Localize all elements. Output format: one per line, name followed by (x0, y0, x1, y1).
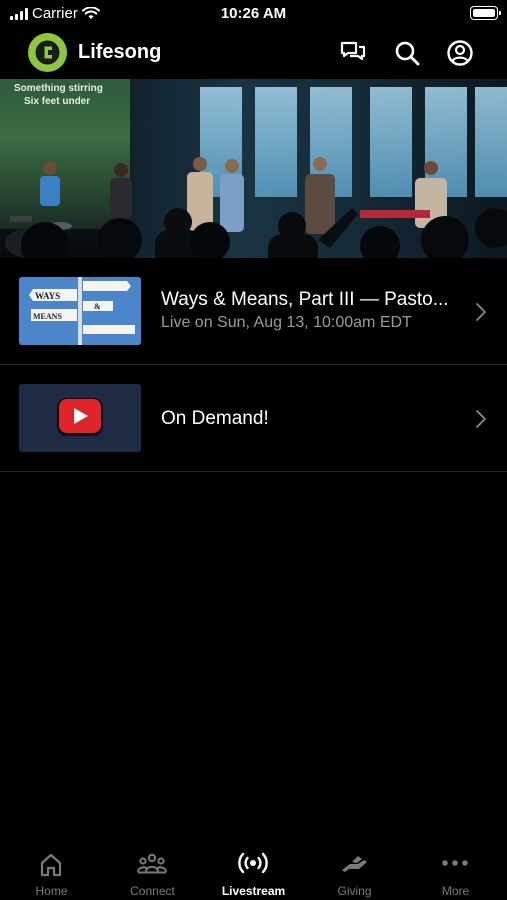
item-title: Ways & Means, Part III — Pasto... (161, 289, 449, 310)
tab-label: Connect (130, 884, 175, 898)
tab-more[interactable]: More (405, 843, 506, 900)
hero-banner[interactable]: Something stirring Six feet under (0, 79, 507, 258)
profile-icon[interactable] (446, 39, 474, 67)
status-bar: Carrier 10:26 AM (0, 0, 507, 28)
ways-and-means-thumbnail: WAYS & MEANS (19, 277, 141, 345)
list-item-ways-and-means[interactable]: WAYS & MEANS Ways & Means, Part III — Pa… (0, 258, 507, 365)
people-icon (137, 853, 167, 874)
lifesong-logo (28, 33, 67, 72)
status-time: 10:26 AM (220, 5, 287, 22)
tab-label: Livestream (221, 884, 286, 898)
tab-giving[interactable]: Giving (304, 843, 405, 900)
on-demand-thumbnail (19, 384, 141, 452)
tab-bar: Home Connect Livestream Giving More (0, 843, 507, 900)
chevron-right-icon (476, 303, 486, 321)
tab-label: Home (35, 884, 68, 898)
list-item-on-demand[interactable]: On Demand! (0, 365, 507, 472)
item-subtitle: Live on Sun, Aug 13, 10:00am EDT (161, 314, 412, 331)
chevron-right-icon (476, 410, 486, 428)
giving-hand-icon (342, 856, 367, 872)
chat-icon[interactable] (339, 39, 367, 67)
item-title: On Demand! (161, 408, 269, 429)
home-icon (40, 853, 62, 877)
sign-text-means: MEANS (33, 312, 62, 321)
tab-label: More (441, 884, 470, 898)
search-icon[interactable] (393, 39, 421, 67)
battery-icon (470, 6, 501, 20)
lyrics-caption: Something stirring Six feet under (14, 83, 103, 107)
tab-livestream[interactable]: Livestream (203, 843, 304, 900)
more-dots-icon (442, 860, 468, 866)
tab-label: Giving (337, 884, 372, 898)
tab-home[interactable]: Home (1, 843, 102, 900)
sign-text-ways: WAYS (35, 291, 60, 301)
app-header: Lifesong (0, 30, 507, 76)
app-title: Lifesong (78, 41, 162, 63)
tab-connect[interactable]: Connect (102, 843, 203, 900)
worship-band-image (5, 157, 507, 258)
broadcast-icon (238, 852, 268, 874)
sign-text-amp: & (94, 302, 101, 311)
